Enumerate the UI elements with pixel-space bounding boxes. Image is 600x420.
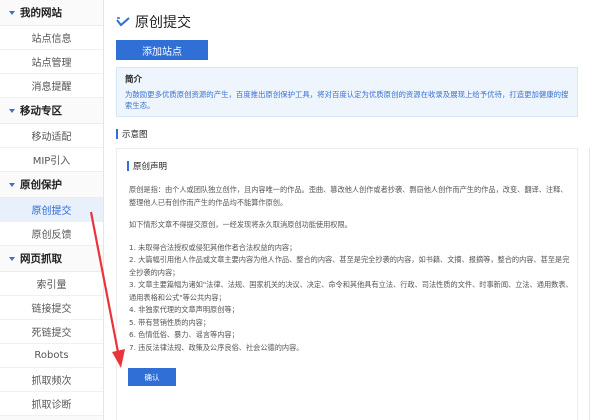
sidebar-section-mobile[interactable]: 移动专区 xyxy=(0,98,103,124)
caret-down-icon xyxy=(9,10,15,15)
declaration-paragraph: 原创是指：由个人或团队独立创作，且内容唯一的作品。歪曲、篡改他人创作或者抄袭、剽… xyxy=(129,185,568,207)
main-content: 原创提交 添加站点 简介 为鼓励更多优质原创资源的产生，百度推出原创保护工具，将… xyxy=(104,0,600,420)
sidebar-item-robots[interactable]: Robots xyxy=(0,344,103,368)
heading-bar-icon xyxy=(116,129,118,139)
declaration-rule: 1. 未取得合法授权或侵犯其他作者合法权益的内容； xyxy=(129,242,297,252)
intro-heading: 简介 xyxy=(125,75,143,85)
declaration-body: 原创是指：由个人或团队独立创作，且内容唯一的作品。歪曲、篡改他人创作或者抄袭、剽… xyxy=(129,184,573,354)
diagram-heading: 示意图 xyxy=(116,128,148,140)
declaration-heading: 原创声明 xyxy=(127,160,167,172)
declaration-rule: 4. 非独家代理的文章声明原创等； xyxy=(129,305,239,314)
declaration-heading-text: 原创声明 xyxy=(133,162,168,172)
declaration-rule: 5. 带有营销性质的内容； xyxy=(129,317,211,327)
sidebar-item-original-feedback[interactable]: 原创反馈 xyxy=(0,222,103,246)
caret-down-icon xyxy=(9,108,15,113)
panel-divider xyxy=(589,148,590,420)
sidebar-item-deadlink-submit[interactable]: 死链提交 xyxy=(0,320,103,344)
sidebar-section-label: 原创保护 xyxy=(20,179,62,191)
declaration-rule: 7. 违反法律法规、政策及公序良俗、社会公德的内容。 xyxy=(129,342,304,352)
sidebar-section-label: 网页抓取 xyxy=(20,253,62,265)
intro-text: 为鼓励更多优质原创资源的产生，百度推出原创保护工具，将对百度认定为优质原创的资源… xyxy=(125,90,569,110)
check-mark-icon xyxy=(116,17,130,27)
declaration-rule: 3. 文章主要篇幅为诸如"法律、法规、国家机关的决议、决定、命令和其他具有立法、… xyxy=(129,280,573,302)
heading-bar-icon xyxy=(127,161,129,171)
sidebar-item-site-manage[interactable]: 站点管理 xyxy=(0,50,103,74)
sidebar-section-label: 移动专区 xyxy=(20,105,62,117)
intro-box: 简介 为鼓励更多优质原创资源的产生，百度推出原创保护工具，将对百度认定为优质原创… xyxy=(116,67,578,117)
declaration-rule: 6. 色情低俗、暴力、谣言等内容； xyxy=(129,330,239,339)
sidebar-item-crawl-diagnose[interactable]: 抓取诊断 xyxy=(0,392,103,416)
sidebar-item-crawl-frequency[interactable]: 抓取频次 xyxy=(0,368,103,392)
diagram-heading-text: 示意图 xyxy=(122,130,148,140)
sidebar-section-original-protect[interactable]: 原创保护 xyxy=(0,172,103,198)
declaration-rule: 2. 大篇幅引用他人作品或文章主要内容为他人作品、整合的内容、甚至是完全抄袭的内… xyxy=(129,255,570,277)
sidebar-item-messages[interactable]: 消息提醒 xyxy=(0,74,103,98)
sidebar-section-label: 我的网站 xyxy=(20,7,62,19)
confirm-button[interactable]: 确认 xyxy=(128,368,176,386)
sidebar-section-my-site[interactable]: 我的网站 xyxy=(0,0,103,26)
caret-down-icon xyxy=(9,256,15,261)
sidebar-item-mip[interactable]: MIP引入 xyxy=(0,148,103,172)
sidebar-section-crawl[interactable]: 网页抓取 xyxy=(0,246,103,272)
sidebar-item-site-info[interactable]: 站点信息 xyxy=(0,26,103,50)
caret-down-icon xyxy=(9,182,15,187)
sidebar-item-mobile-adapt[interactable]: 移动适配 xyxy=(0,124,103,148)
sidebar-nav: 我的网站 站点信息 站点管理 消息提醒 移动专区 移动适配 MIP引入 原创保护… xyxy=(0,0,104,420)
sidebar-item-index-count[interactable]: 索引量 xyxy=(0,272,103,296)
declaration-paragraph: 如下情形文章不得提交原创，一经发现将永久取消原创功能使用权限。 xyxy=(129,220,352,229)
page-title-text: 原创提交 xyxy=(135,15,191,31)
sidebar-item-link-submit[interactable]: 链接提交 xyxy=(0,296,103,320)
sidebar-item-original-submit[interactable]: 原创提交 xyxy=(0,198,103,222)
add-site-button[interactable]: 添加站点 xyxy=(116,40,208,60)
page-title: 原创提交 xyxy=(116,12,191,32)
declaration-panel: 原创声明 原创是指：由个人或团队独立创作，且内容唯一的作品。歪曲、篡改他人创作或… xyxy=(116,148,578,420)
